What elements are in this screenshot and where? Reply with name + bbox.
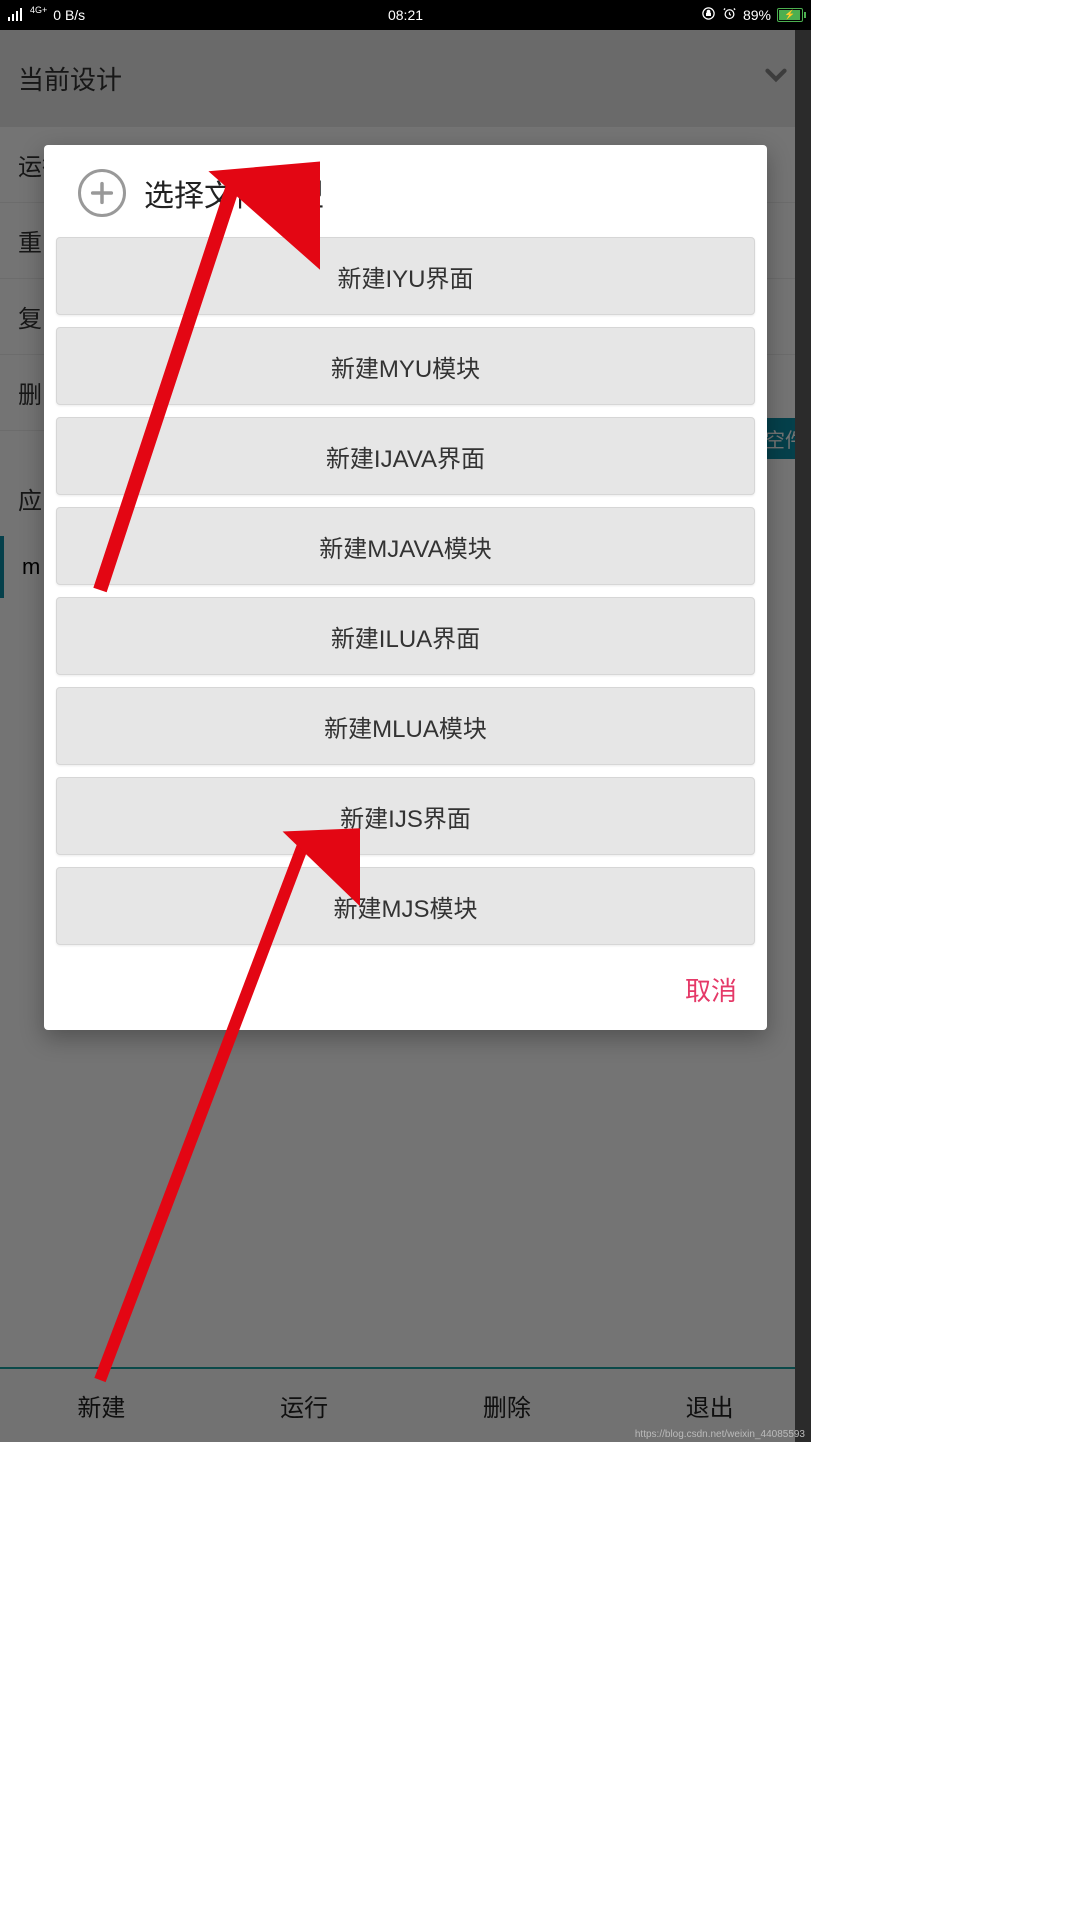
battery-pct: 89% — [743, 7, 771, 23]
plus-circle-icon — [78, 169, 126, 217]
option-ilua[interactable]: 新建ILUA界面 — [56, 597, 755, 675]
option-myu[interactable]: 新建MYU模块 — [56, 327, 755, 405]
alarm-icon — [722, 6, 737, 24]
dialog-title: 选择文件类型 — [144, 171, 324, 215]
signal-icon — [8, 7, 24, 24]
option-mjs[interactable]: 新建MJS模块 — [56, 867, 755, 945]
clock: 08:21 — [388, 7, 423, 23]
option-ijava[interactable]: 新建IJAVA界面 — [56, 417, 755, 495]
file-type-dialog: 选择文件类型 新建IYU界面 新建MYU模块 新建IJAVA界面 新建MJAVA… — [44, 145, 767, 1030]
option-mjava[interactable]: 新建MJAVA模块 — [56, 507, 755, 585]
data-rate: 0 B/s — [53, 7, 85, 23]
dialog-options: 新建IYU界面 新建MYU模块 新建IJAVA界面 新建MJAVA模块 新建IL… — [44, 237, 767, 945]
option-iyu[interactable]: 新建IYU界面 — [56, 237, 755, 315]
status-bar: 4G+ 0 B/s 08:21 89% ⚡ — [0, 0, 811, 30]
battery-icon: ⚡ — [777, 8, 803, 22]
option-mlua[interactable]: 新建MLUA模块 — [56, 687, 755, 765]
network-type: 4G+ — [30, 5, 47, 15]
option-ijs[interactable]: 新建IJS界面 — [56, 777, 755, 855]
cancel-button[interactable]: 取消 — [685, 971, 737, 1008]
rotation-lock-icon — [701, 6, 716, 24]
watermark: https://blog.csdn.net/weixin_44085593 — [635, 1429, 805, 1440]
